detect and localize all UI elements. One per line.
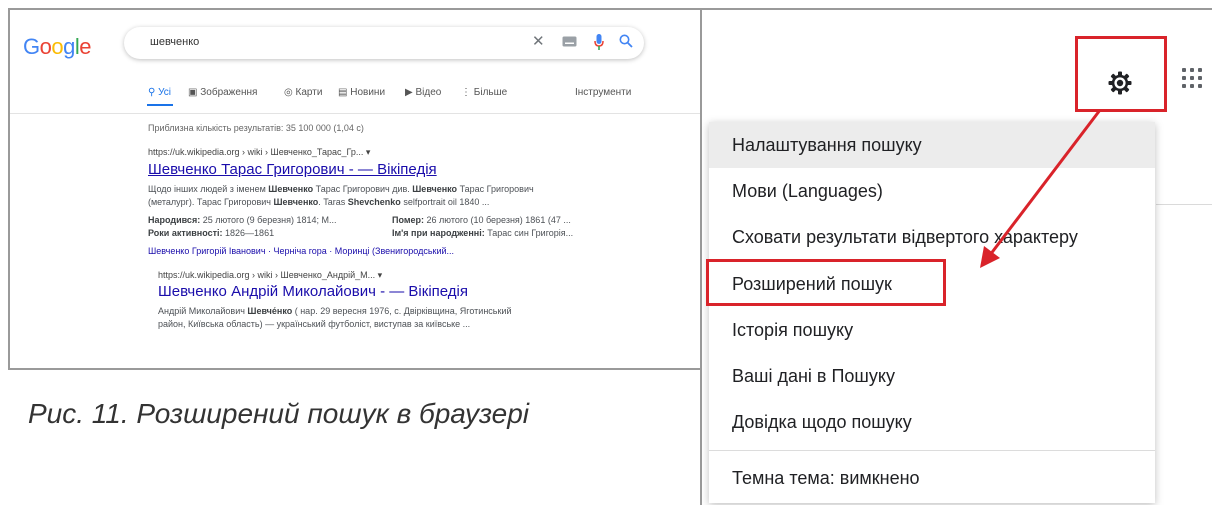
result-fact: Помер: 26 лютого (10 березня) 1861 (47 .… bbox=[392, 215, 571, 225]
fact-value: 1826—1861 bbox=[222, 228, 275, 238]
fact-label: Помер: bbox=[392, 215, 425, 225]
tab-label: Відео bbox=[415, 87, 442, 98]
search-box[interactable]: шевченко ✕ bbox=[124, 27, 644, 59]
snippet-keyword: Shevchenko bbox=[347, 197, 401, 207]
result-sitelinks[interactable]: Шевченко Григорій Іванович · Черніча гор… bbox=[148, 246, 454, 256]
result-snippet: район, Київська область) — український ф… bbox=[158, 319, 471, 329]
news-icon: ▤ bbox=[338, 87, 348, 98]
divider bbox=[10, 113, 707, 114]
snippet-keyword: Шевченко bbox=[268, 184, 314, 194]
logo-letter: o bbox=[39, 34, 52, 59]
fact-label: Ім'я при народженні: bbox=[392, 228, 485, 238]
tab-label: Карти bbox=[295, 87, 323, 98]
menu-item-search-history[interactable]: Історія пошуку bbox=[709, 307, 1155, 353]
result-title-link[interactable]: Шевченко Тарас Григорович - — Вікіпедія bbox=[148, 161, 437, 178]
snippet-keyword: Шевченко bbox=[273, 197, 319, 207]
search-input[interactable]: шевченко bbox=[150, 36, 199, 48]
tab-more[interactable]: ⋮ Більше bbox=[461, 87, 507, 98]
result-snippet: Андрій Миколайович Шевче́нко ( нар. 29 в… bbox=[158, 306, 511, 316]
tab-label: Більше bbox=[473, 87, 508, 98]
menu-item-search-help[interactable]: Довідка щодо пошуку bbox=[709, 399, 1155, 445]
menu-item-safesearch[interactable]: Сховати результати відвертого характеру bbox=[709, 214, 1155, 260]
result-count: Приблизна кількість результатів: 35 100 … bbox=[148, 123, 364, 133]
tab-maps[interactable]: ◎ Карти bbox=[284, 87, 322, 98]
snippet-text: (металург). Тарас Григорович bbox=[148, 197, 274, 207]
result-url[interactable]: https://uk.wikipedia.org › wiki › Шевчен… bbox=[148, 147, 370, 158]
advanced-search-highlight-box bbox=[706, 259, 946, 306]
result-title-link[interactable]: Шевченко Андрій Миколайович - — Вікіпеді… bbox=[158, 283, 468, 300]
mic-icon[interactable] bbox=[594, 34, 604, 53]
tab-images[interactable]: ▣ Зображення bbox=[188, 87, 257, 98]
pin-icon: ◎ bbox=[284, 87, 293, 98]
result-url[interactable]: https://uk.wikipedia.org › wiki › Шевчен… bbox=[158, 270, 382, 281]
logo-letter: g bbox=[63, 34, 75, 59]
snippet-text: Андрій Миколайович bbox=[158, 306, 248, 316]
apps-grid-icon[interactable] bbox=[1180, 66, 1204, 90]
fact-value: 25 лютого (9 березня) 1814; М... bbox=[200, 215, 337, 225]
more-icon: ⋮ bbox=[461, 87, 471, 98]
tab-all[interactable]: ⚲ Усі bbox=[148, 87, 171, 98]
snippet-text: Тарас Григорович bbox=[457, 184, 534, 194]
settings-menu: Налаштування пошуку Мови (Languages) Схо… bbox=[709, 122, 1155, 503]
tab-label: Усі bbox=[158, 87, 172, 98]
logo-letter: o bbox=[51, 34, 64, 59]
snippet-keyword: Шевченко bbox=[412, 184, 458, 194]
result-fact: Народився: 25 лютого (9 березня) 1814; М… bbox=[148, 215, 337, 225]
logo-letter: G bbox=[23, 34, 40, 59]
logo-letter: e bbox=[79, 34, 92, 59]
search-icon: ⚲ bbox=[148, 87, 156, 98]
menu-item-your-data[interactable]: Ваші дані в Пошуку bbox=[709, 353, 1155, 399]
fact-value: Тарас син Григорія... bbox=[484, 228, 574, 238]
tools-button[interactable]: Інструменти bbox=[575, 87, 631, 98]
result-fact: Ім'я при народженні: Тарас син Григорія.… bbox=[392, 228, 573, 238]
snippet-text: Тарас Григорович див. bbox=[313, 184, 413, 194]
tab-news[interactable]: ▤ Новини bbox=[338, 87, 385, 98]
image-icon: ▣ bbox=[188, 87, 198, 98]
fact-value: 26 лютого (10 березня) 1861 (47 ... bbox=[424, 215, 571, 225]
menu-divider bbox=[709, 450, 1155, 451]
tab-label: Новини bbox=[350, 87, 386, 98]
result-snippet: Щодо інших людей з іменем Шевченко Тарас… bbox=[148, 184, 534, 194]
divider bbox=[1156, 204, 1212, 205]
close-icon[interactable]: ✕ bbox=[532, 32, 545, 50]
result-fact: Роки активності: 1826—1861 bbox=[148, 228, 274, 238]
snippet-keyword: Шевче́нко bbox=[247, 306, 293, 316]
snippet-text: selfportrait oil 1840 ... bbox=[400, 197, 490, 207]
snippet-text: . Taras bbox=[318, 197, 348, 207]
snippet-text: ( нар. 29 вересня 1976, с. Двірківщина, … bbox=[292, 306, 512, 316]
gear-highlight-box bbox=[1075, 36, 1167, 112]
tab-label: Зображення bbox=[200, 87, 258, 98]
google-logo[interactable]: Google bbox=[23, 34, 92, 60]
menu-item-languages[interactable]: Мови (Languages) bbox=[709, 168, 1155, 214]
snippet-text: Щодо інших людей з іменем bbox=[148, 184, 269, 194]
tab-video[interactable]: ▶ Відео bbox=[405, 87, 441, 98]
figure-caption: Рис. 11. Розширений пошук в браузері bbox=[28, 398, 530, 429]
active-tab-indicator bbox=[147, 104, 173, 106]
search-results-screenshot: Google шевченко ✕ ⚲ Усі ▣ Зображення ◎ К… bbox=[8, 8, 709, 370]
search-icon[interactable] bbox=[619, 34, 633, 51]
menu-item-dark-theme[interactable]: Темна тема: вимкнено bbox=[709, 455, 1155, 501]
fact-label: Роки активності: bbox=[148, 228, 223, 238]
keyboard-icon[interactable] bbox=[562, 35, 577, 50]
result-snippet: (металург). Тарас Григорович Шевченко. T… bbox=[148, 197, 489, 207]
fact-label: Народився: bbox=[148, 215, 201, 225]
play-icon: ▶ bbox=[405, 87, 413, 98]
menu-item-search-settings[interactable]: Налаштування пошуку bbox=[709, 122, 1155, 168]
